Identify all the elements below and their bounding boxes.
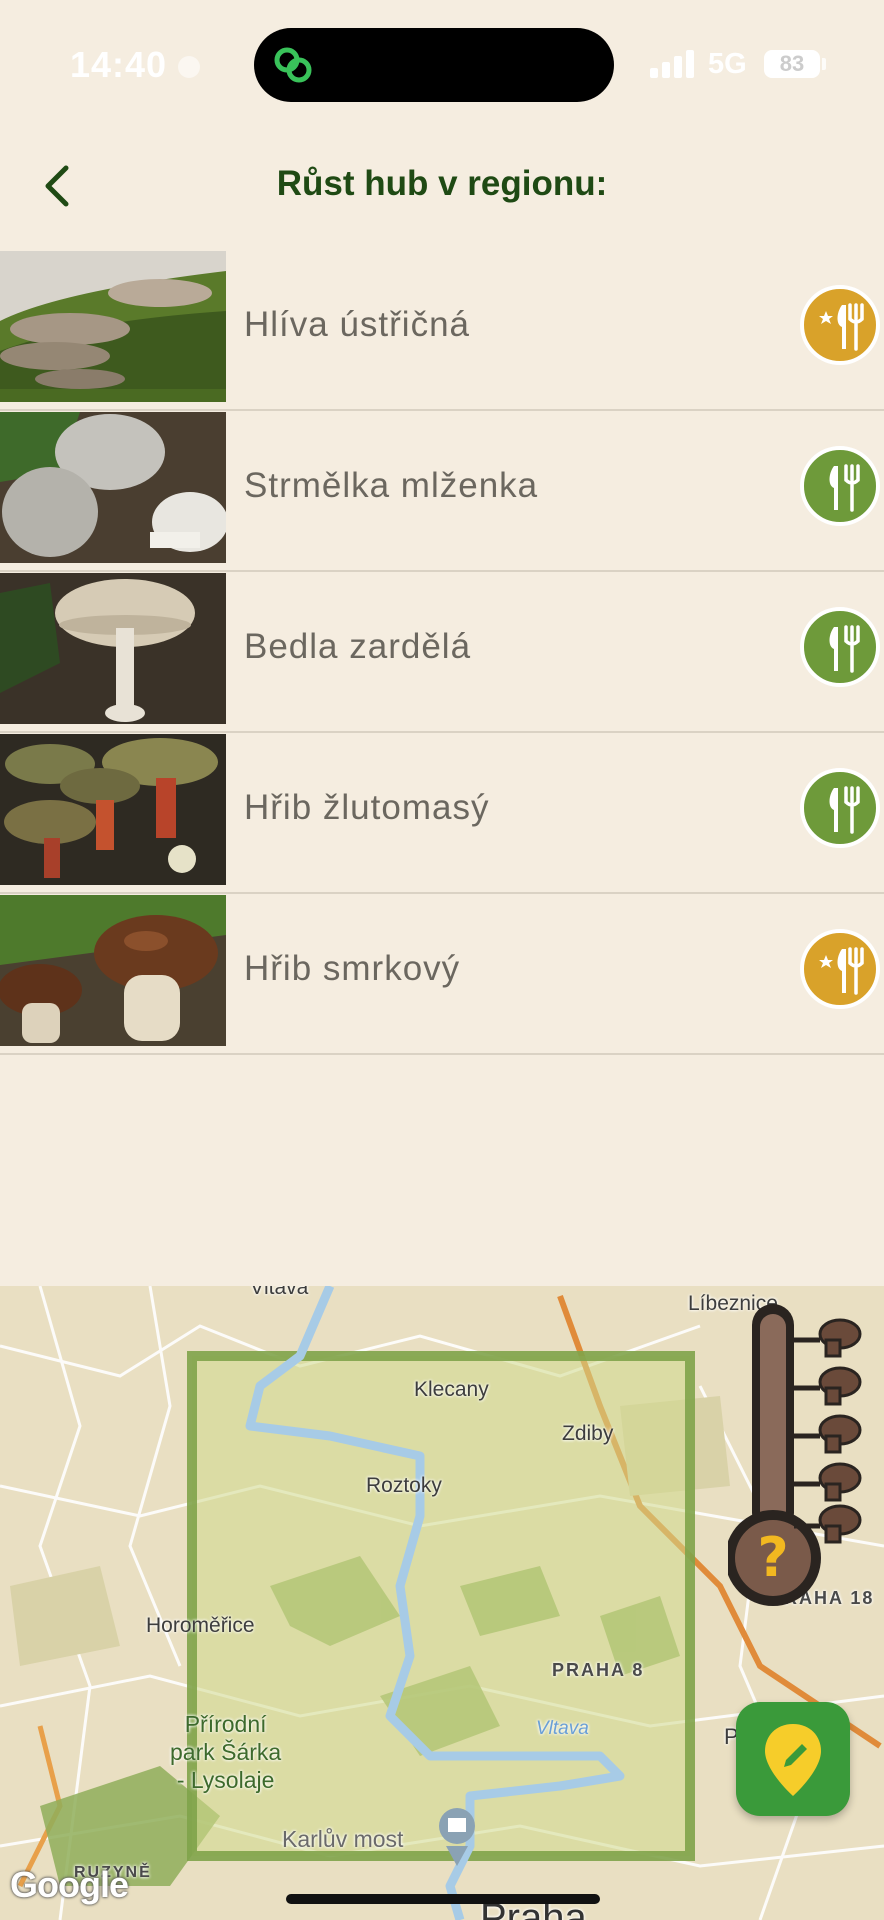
status-time: 14:40	[70, 44, 168, 85]
map-label: Klecany	[414, 1378, 489, 1401]
fork-knife-star-icon	[819, 947, 864, 995]
status-indicator	[178, 56, 200, 78]
mushroom-photo	[0, 734, 226, 885]
signal-icon	[650, 50, 694, 78]
map-label: Horoměřice	[146, 1614, 255, 1637]
google-attribution: Google	[10, 1864, 129, 1905]
fork-knife-icon	[829, 786, 860, 834]
map-label: Karlův most	[282, 1826, 404, 1852]
mushroom-list: Hlíva ústřičná Strmělka mlženka Bedla za…	[0, 250, 884, 1055]
edibility-badge	[800, 285, 880, 365]
edibility-badge	[800, 929, 880, 1009]
list-item[interactable]: Hřib smrkový	[0, 894, 884, 1055]
battery-level: 83	[779, 51, 805, 76]
map-label: Zdiby	[562, 1422, 614, 1445]
fork-knife-icon	[829, 625, 860, 673]
edibility-badge	[800, 768, 880, 848]
svg-text:?: ?	[757, 1526, 788, 1589]
link-icon	[274, 47, 312, 83]
map-label: PRAHA 8	[552, 1660, 645, 1680]
list-item[interactable]: Strmělka mlženka	[0, 411, 884, 572]
dynamic-island	[254, 28, 614, 102]
map-label-river: Vltava	[536, 1718, 589, 1739]
mushroom-name: Strmělka mlženka	[244, 466, 539, 505]
header: Růst hub v regionu:	[0, 140, 884, 230]
status-bar: 14:40 5G 83	[0, 0, 884, 110]
fork-knife-icon	[829, 464, 860, 512]
mushroom-photo	[0, 895, 226, 1046]
park-label-line: Přírodní	[184, 1711, 267, 1737]
map-label: Roztoky	[366, 1474, 442, 1497]
battery-tip	[822, 58, 826, 70]
page-title: Růst hub v regionu:	[276, 164, 608, 203]
mushroom-name: Hřib žlutomasý	[244, 788, 490, 827]
list-item[interactable]: Hřib žlutomasý	[0, 733, 884, 894]
list-item[interactable]: Bedla zardělá	[0, 572, 884, 733]
mushroom-photo	[0, 573, 226, 724]
map-label: Vltava	[250, 1286, 309, 1299]
pin-edit-icon	[765, 1724, 821, 1796]
list-item[interactable]: Hlíva ústřičná	[0, 250, 884, 411]
mushroom-name: Hlíva ústřičná	[244, 305, 471, 344]
mushroom-name: Hřib smrkový	[244, 949, 461, 988]
edibility-badge	[800, 446, 880, 526]
fork-knife-star-icon	[819, 303, 864, 351]
home-indicator	[286, 1894, 600, 1904]
growth-thermometer-icon[interactable]: ?	[728, 1296, 878, 1616]
network-type: 5G	[708, 48, 747, 80]
region-map[interactable]: Vltava Líbeznice Klecany Zdiby Roztoky H…	[0, 1286, 884, 1920]
park-label-line: - Lysolaje	[176, 1767, 275, 1793]
add-location-button[interactable]	[736, 1702, 850, 1816]
mushroom-photo	[0, 412, 226, 563]
mushroom-photo	[0, 251, 226, 402]
mushroom-name: Bedla zardělá	[244, 627, 472, 666]
park-label-line: park Šárka	[170, 1739, 282, 1765]
battery-icon: 83	[764, 50, 820, 78]
map-label-park: Přírodní park Šárka - Lysolaje	[170, 1710, 281, 1794]
edibility-badge	[800, 607, 880, 687]
